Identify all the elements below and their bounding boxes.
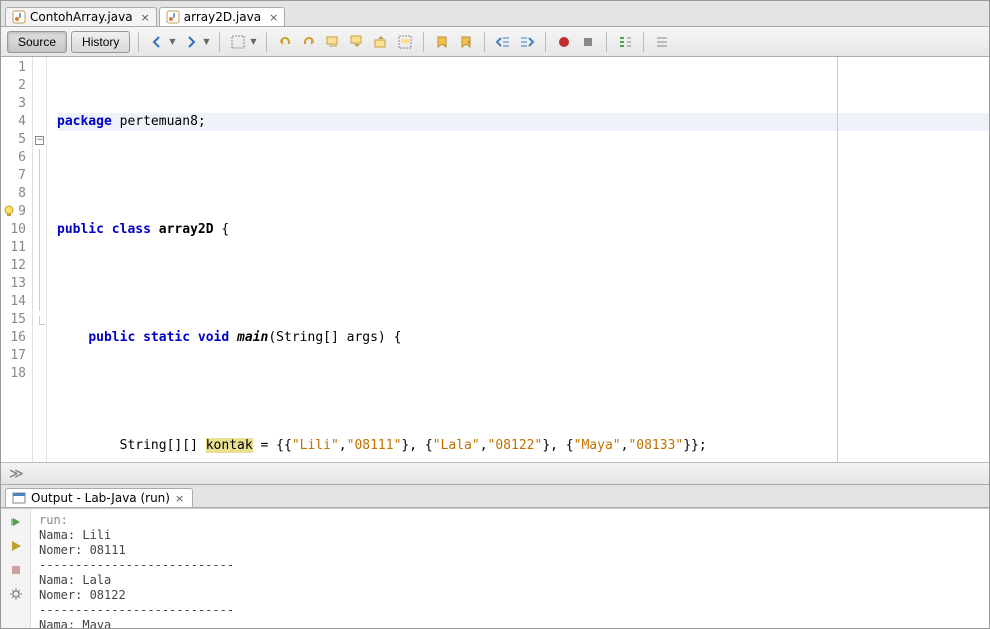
uncomment-icon[interactable] bbox=[652, 32, 672, 52]
separator bbox=[545, 32, 546, 52]
editor-toolbar: Source History ▼ ▼ ▼ bbox=[1, 27, 989, 57]
line-number-gutter: 1 2 3 4 5 6 7 8 9 10 11 12 13 14 15 16 1… bbox=[1, 57, 33, 462]
separator bbox=[484, 32, 485, 52]
redo-icon[interactable] bbox=[299, 32, 319, 52]
stop-macro-icon[interactable] bbox=[578, 32, 598, 52]
breadcrumb-chevron-icon[interactable]: ≫ bbox=[9, 466, 24, 482]
file-tabs-row: ContohArray.java × array2D.java × bbox=[1, 1, 989, 27]
hint-line: 9 bbox=[1, 203, 32, 221]
separator bbox=[138, 32, 139, 52]
history-button[interactable]: History bbox=[71, 31, 130, 53]
output-panel: run: Nama: Lili Nomer: 08111 -----------… bbox=[1, 508, 989, 628]
start-macro-icon[interactable] bbox=[554, 32, 574, 52]
java-file-icon bbox=[166, 10, 180, 24]
lightbulb-icon[interactable] bbox=[3, 205, 15, 217]
prev-bookmark-icon[interactable] bbox=[432, 32, 452, 52]
selection-icon[interactable] bbox=[228, 32, 248, 52]
output-tab-label: Output - Lab-Java (run) bbox=[31, 491, 170, 505]
toggle-highlight-icon[interactable] bbox=[395, 32, 415, 52]
stop-icon[interactable] bbox=[7, 561, 25, 579]
code-editor[interactable]: 1 2 3 4 5 6 7 8 9 10 11 12 13 14 15 16 1… bbox=[1, 57, 989, 462]
source-button[interactable]: Source bbox=[7, 31, 67, 53]
output-button-column bbox=[1, 509, 31, 628]
undo-icon[interactable] bbox=[275, 32, 295, 52]
separator bbox=[606, 32, 607, 52]
separator bbox=[423, 32, 424, 52]
file-tab-array2d[interactable]: array2D.java × bbox=[159, 7, 286, 26]
find-next-icon[interactable] bbox=[371, 32, 391, 52]
code-content[interactable]: package pertemuan8; public class array2D… bbox=[47, 57, 989, 462]
file-tab-label: array2D.java bbox=[184, 10, 261, 24]
close-icon[interactable]: × bbox=[141, 11, 150, 24]
output-tabs-row: Output - Lab-Java (run) × bbox=[1, 484, 989, 508]
rerun-icon[interactable] bbox=[7, 513, 25, 531]
fold-strip: − bbox=[33, 57, 47, 462]
java-file-icon bbox=[12, 10, 26, 24]
file-tab-contoharray[interactable]: ContohArray.java × bbox=[5, 7, 157, 26]
file-tab-label: ContohArray.java bbox=[30, 10, 133, 24]
dropdown-icon[interactable]: ▼ bbox=[250, 37, 258, 46]
close-icon[interactable]: × bbox=[269, 11, 278, 24]
find-prev-icon[interactable] bbox=[347, 32, 367, 52]
shift-right-icon[interactable] bbox=[517, 32, 537, 52]
dropdown-icon[interactable]: ▼ bbox=[203, 37, 211, 46]
comment-icon[interactable] bbox=[615, 32, 635, 52]
find-selection-icon[interactable] bbox=[323, 32, 343, 52]
close-icon[interactable]: × bbox=[175, 492, 184, 505]
output-tab[interactable]: Output - Lab-Java (run) × bbox=[5, 488, 193, 507]
breadcrumb-bar: ≫ bbox=[1, 462, 989, 484]
separator bbox=[643, 32, 644, 52]
separator bbox=[219, 32, 220, 52]
output-window-icon bbox=[12, 491, 26, 505]
run-icon[interactable] bbox=[7, 537, 25, 555]
nav-forward-icon[interactable] bbox=[181, 32, 201, 52]
output-text[interactable]: run: Nama: Lili Nomer: 08111 -----------… bbox=[31, 509, 989, 628]
settings-icon[interactable] bbox=[7, 585, 25, 603]
shift-left-icon[interactable] bbox=[493, 32, 513, 52]
fold-toggle-icon[interactable]: − bbox=[35, 136, 44, 145]
dropdown-icon[interactable]: ▼ bbox=[169, 37, 177, 46]
separator bbox=[266, 32, 267, 52]
right-margin-line bbox=[837, 57, 838, 462]
nav-back-icon[interactable] bbox=[147, 32, 167, 52]
next-bookmark-icon[interactable] bbox=[456, 32, 476, 52]
